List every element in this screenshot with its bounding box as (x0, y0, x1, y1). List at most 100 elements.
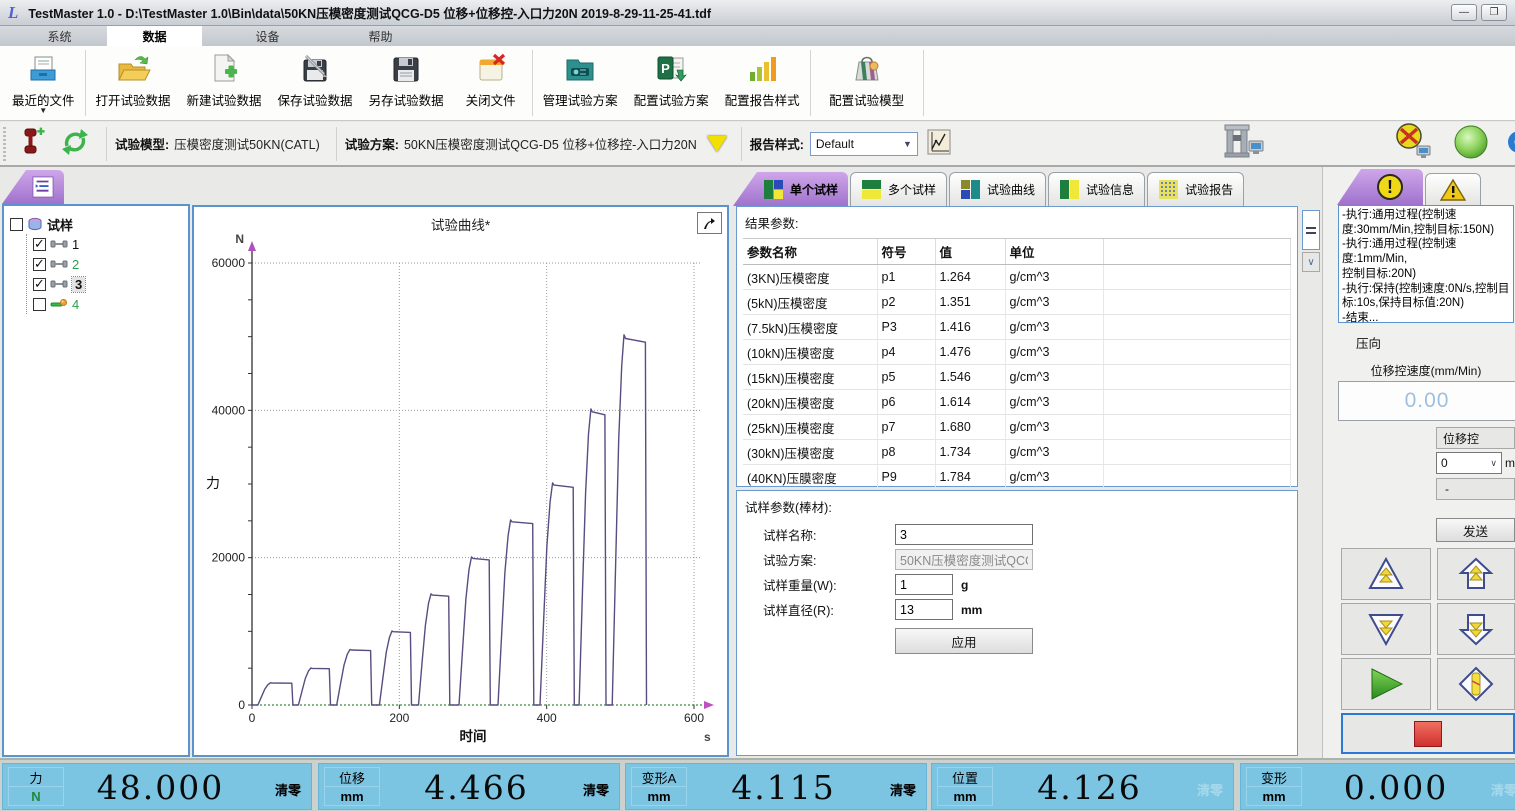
target-select[interactable]: 0 ∨ (1436, 452, 1502, 474)
restore-button[interactable]: ❐ (1481, 4, 1507, 21)
tab-test-info[interactable]: 试验信息 (1048, 172, 1145, 206)
save-data-button[interactable]: 保存试验数据 (270, 46, 361, 120)
menu-data[interactable]: 数据 (107, 26, 202, 46)
checkbox[interactable] (33, 238, 46, 251)
config-report-style-button[interactable]: 配置报告样式 (717, 46, 808, 120)
table-cell: g/cm^3 (1005, 390, 1103, 415)
stop-button[interactable] (1341, 713, 1515, 754)
table-row[interactable]: (20kN)压模密度p61.614g/cm^3 (743, 390, 1291, 415)
refresh-icon[interactable] (60, 126, 90, 161)
add-specimen-icon[interactable] (20, 126, 46, 161)
device-offline-icon[interactable] (1389, 122, 1437, 165)
table-row[interactable]: (15kN)压模密度p51.546g/cm^3 (743, 365, 1291, 390)
tree-item-label: 2 (72, 257, 79, 272)
curve-preview-icon[interactable] (926, 127, 952, 160)
table-row[interactable]: (25kN)压模密度p71.680g/cm^3 (743, 415, 1291, 440)
table-cell: g/cm^3 (1005, 315, 1103, 340)
control-mode-button[interactable]: 位移控 (1436, 427, 1515, 449)
down-button[interactable] (1437, 603, 1515, 655)
speed-display: 0.00 (1338, 381, 1515, 421)
toolbar-grip[interactable] (3, 127, 6, 161)
status-green-icon[interactable] (1451, 122, 1491, 165)
window-title: TestMaster 1.0 - D:\TestMaster 1.0\Bin\d… (28, 3, 711, 22)
tab-test-curve[interactable]: 试验曲线 (949, 172, 1046, 206)
table-cell (1103, 315, 1291, 340)
tab-alarm[interactable] (1425, 173, 1481, 205)
apply-button[interactable]: 应用 (895, 628, 1033, 654)
tree-item-2[interactable]: 2 (33, 254, 182, 274)
new-data-button[interactable]: 新建试验数据 (179, 46, 270, 120)
column-header: 符号 (877, 239, 935, 265)
zero-button[interactable]: 清零 (583, 780, 609, 799)
arrow-up-icon (1458, 556, 1494, 592)
table-row[interactable]: (30kN)压模密度p81.734g/cm^3 (743, 440, 1291, 465)
manage-scheme-button[interactable]: 管理试验方案 (535, 46, 626, 120)
tree-item-1[interactable]: 1 (33, 234, 182, 254)
zero-button[interactable]: 清零 (1197, 780, 1223, 799)
model-bag-icon (850, 50, 884, 88)
start-button[interactable] (1341, 658, 1431, 710)
table-cell: 1.476 (935, 340, 1005, 365)
table-cell: 1.734 (935, 440, 1005, 465)
tree-item-4[interactable]: 4 (33, 294, 182, 314)
table-cell: P9 (877, 465, 935, 490)
minimize-button[interactable]: — (1451, 4, 1477, 21)
send-button[interactable]: 发送 (1436, 518, 1515, 542)
table-cell: 1.614 (935, 390, 1005, 415)
zero-button[interactable]: 清零 (1491, 780, 1515, 799)
machine-status-icon[interactable] (1221, 123, 1269, 164)
sample-weight-input[interactable] (895, 574, 953, 595)
testmaster-window: L TestMaster 1.0 - D:\TestMaster 1.0\Bin… (0, 0, 1515, 811)
table-row[interactable]: (3KN)压模密度p11.264g/cm^3 (743, 265, 1291, 290)
target-unit: mm (1505, 456, 1515, 470)
checkbox[interactable] (33, 278, 46, 291)
checkbox[interactable] (10, 218, 23, 231)
config-scheme-button[interactable]: P 配置试验方案 (626, 46, 717, 120)
table-cell: p4 (877, 340, 935, 365)
tab-single-specimen[interactable]: 单个试样 (733, 172, 848, 206)
table-row[interactable]: (40KN)压膜密度P91.784g/cm^3 (743, 465, 1291, 490)
toolbar-label: 配置试验模型 (829, 90, 904, 109)
checkbox[interactable] (33, 258, 46, 271)
sample-diameter-input[interactable] (895, 599, 953, 620)
save-as-data-button[interactable]: 另存试验数据 (361, 46, 452, 120)
report-style-select[interactable]: Default ▼ (810, 132, 918, 156)
menu-device[interactable]: 设备 (220, 26, 315, 46)
sample-name-input[interactable] (895, 524, 1033, 545)
fast-down-button[interactable] (1341, 603, 1431, 655)
settings-gear-icon[interactable] (1499, 125, 1515, 162)
fast-up-button[interactable] (1341, 548, 1431, 600)
tab-label: 试验信息 (1086, 181, 1134, 198)
open-data-button[interactable]: 打开试验数据 (88, 46, 179, 120)
specimen-group-icon (27, 217, 43, 231)
table-cell: g/cm^3 (1005, 340, 1103, 365)
tree-root-row[interactable]: 试样 (10, 214, 182, 234)
checkbox[interactable] (33, 298, 46, 311)
zero-button[interactable]: 清零 (890, 780, 916, 799)
tree-item-3[interactable]: 3 (33, 274, 182, 294)
specimen-icon (50, 279, 68, 289)
up-button[interactable] (1437, 548, 1515, 600)
table-row[interactable]: (5kN)压模密度p21.351g/cm^3 (743, 290, 1291, 315)
channel-unit: N (9, 787, 63, 805)
scheme-warning-icon[interactable] (707, 136, 727, 152)
zero-button[interactable]: 清零 (275, 780, 301, 799)
menu-system[interactable]: 系统 (12, 26, 107, 46)
column-header: 单位 (1005, 239, 1103, 265)
tab-test-report[interactable]: 试验报告 (1147, 172, 1244, 206)
specimen-tree-tab[interactable] (2, 170, 64, 204)
tab-multi-specimen[interactable]: 多个试样 (850, 172, 947, 206)
panel-scroll-down-button[interactable]: ∨ (1302, 252, 1320, 272)
recent-files-button[interactable]: 最近的文件 ▼ (4, 46, 83, 120)
status-label-box: 位置 mm (937, 767, 993, 806)
panel-collapse-button[interactable] (1302, 210, 1320, 250)
tab-label: 单个试样 (790, 181, 838, 198)
table-row[interactable]: (10kN)压模密度p41.476g/cm^3 (743, 340, 1291, 365)
limit-setup-button[interactable] (1437, 658, 1515, 710)
table-cell: P3 (877, 315, 935, 340)
table-row[interactable]: (7.5kN)压模密度P31.416g/cm^3 (743, 315, 1291, 340)
dash-button[interactable]: - (1436, 478, 1515, 500)
menu-help[interactable]: 帮助 (333, 26, 428, 46)
config-model-button[interactable]: 配置试验模型 (813, 46, 921, 120)
close-file-button[interactable]: 关闭文件 (452, 46, 530, 120)
